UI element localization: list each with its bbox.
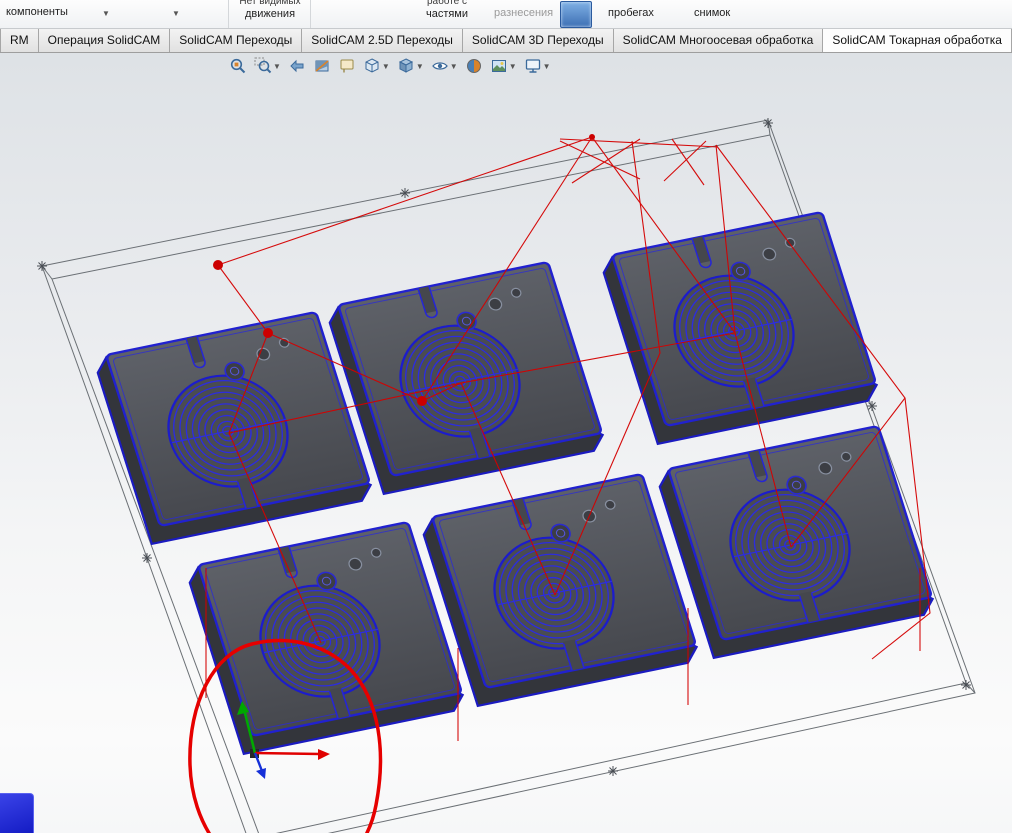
tab-2[interactable]: SolidCAM Переходы bbox=[170, 29, 302, 52]
ribbon-group-motion: Нет видимых движения bbox=[234, 0, 306, 20]
view-settings-icon[interactable]: ▼ bbox=[523, 55, 552, 77]
ribbon-separator bbox=[310, 0, 311, 28]
hide-show-items-icon[interactable]: ▼ bbox=[430, 55, 459, 77]
bottom-left-flag[interactable] bbox=[0, 793, 34, 833]
chevron-down-icon[interactable]: ▼ bbox=[416, 62, 424, 71]
previous-view-icon[interactable] bbox=[287, 55, 307, 77]
tab-3[interactable]: SolidCAM 2.5D Переходы bbox=[302, 29, 463, 52]
ribbon-label-explode: разнесения bbox=[494, 7, 553, 19]
zoom-area-icon[interactable]: ▼ bbox=[253, 55, 282, 77]
solidcam-tab-bar: RMОперация SolidCAMSolidCAM ПереходыSoli… bbox=[0, 29, 1012, 53]
ribbon-strip: компоненты ▼ ▼ Нет видимых движения рабо… bbox=[0, 0, 1012, 29]
zoom-fit-icon[interactable] bbox=[228, 55, 248, 77]
viewport: ▼ ▼ ▼ ▼ ▼ ▼ bbox=[0, 53, 1012, 833]
display-style-icon[interactable]: ▼ bbox=[396, 55, 425, 77]
tab-5[interactable]: SolidCAM Многоосевая обработка bbox=[614, 29, 824, 52]
tab-1[interactable]: Операция SolidCAM bbox=[39, 29, 171, 52]
chevron-down-icon[interactable]: ▼ bbox=[172, 9, 180, 18]
ribbon-label-parts-line1: работе с bbox=[404, 0, 490, 8]
section-view-icon[interactable] bbox=[312, 55, 332, 77]
dynamic-annotation-views-icon[interactable] bbox=[337, 55, 357, 77]
edit-appearance-icon[interactable] bbox=[464, 55, 484, 77]
apply-scene-icon[interactable]: ▼ bbox=[489, 55, 518, 77]
chevron-down-icon[interactable]: ▼ bbox=[543, 62, 551, 71]
ribbon-label-components: компоненты bbox=[6, 6, 68, 18]
ribbon-separator bbox=[228, 0, 229, 28]
tab-6[interactable]: SolidCAM Токарная обработка bbox=[823, 29, 1012, 52]
ribbon-label-parts-line2: частями bbox=[426, 8, 468, 20]
chevron-down-icon[interactable]: ▼ bbox=[382, 62, 390, 71]
ribbon-label-motion-line1: Нет видимых bbox=[234, 0, 306, 8]
chevron-down-icon[interactable]: ▼ bbox=[102, 9, 110, 18]
heads-up-toolbar: ▼ ▼ ▼ ▼ ▼ ▼ bbox=[228, 55, 552, 77]
viewport-3d-model bbox=[0, 53, 1012, 833]
ribbon-label-motion-line2: движения bbox=[245, 8, 295, 20]
ribbon-label-runs: пробегах bbox=[608, 7, 654, 19]
chevron-down-icon[interactable]: ▼ bbox=[273, 62, 281, 71]
chevron-down-icon[interactable]: ▼ bbox=[450, 62, 458, 71]
chevron-down-icon[interactable]: ▼ bbox=[509, 62, 517, 71]
ribbon-group-exploded-parts: работе с частями bbox=[404, 0, 490, 20]
view-orientation-icon[interactable]: ▼ bbox=[362, 55, 391, 77]
highlighted-tool-button[interactable] bbox=[560, 1, 592, 28]
ribbon-label-snapshot: снимок bbox=[694, 7, 730, 19]
tab-0[interactable]: RM bbox=[0, 29, 39, 52]
tab-4[interactable]: SolidCAM 3D Переходы bbox=[463, 29, 614, 52]
